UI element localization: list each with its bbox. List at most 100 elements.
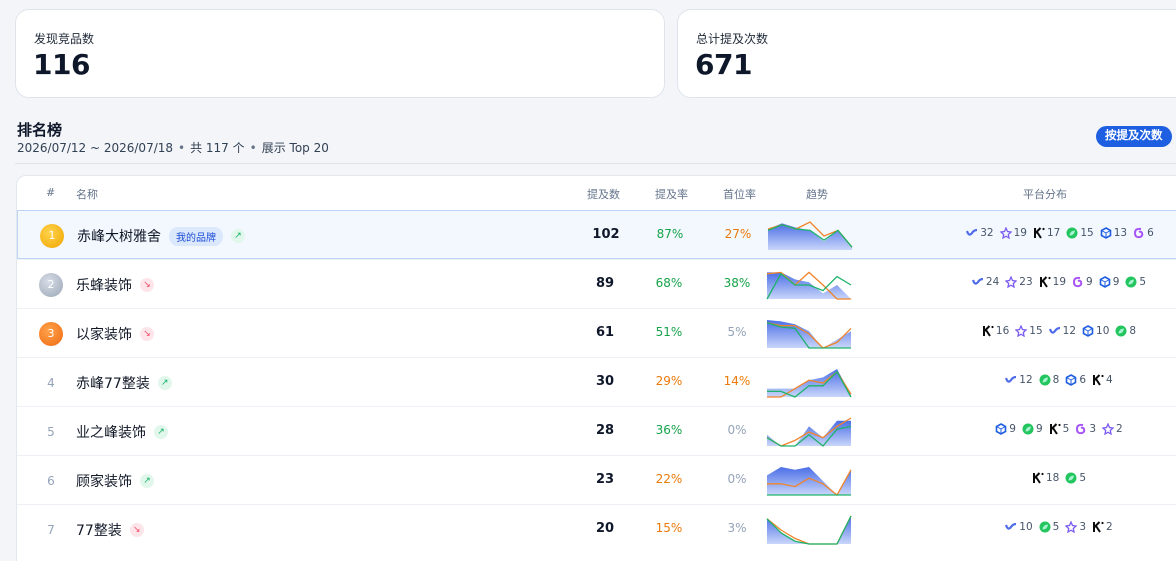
table-row[interactable]: 6 顾家装饰 ↗ 23 22% 0% 18 5	[17, 455, 1176, 504]
platform-item: 2	[1092, 521, 1113, 533]
k-platform-icon	[1092, 521, 1104, 533]
platform-count: 19	[1013, 227, 1027, 239]
competitor-name[interactable]: 乐蜂装饰 ↘	[76, 275, 154, 295]
table-row[interactable]: 5 业之峰装饰 ↗ 28 36% 0% 9 9 5 3 2	[17, 406, 1176, 455]
leaf-platform-icon	[1125, 276, 1137, 288]
platform-count: 15	[1080, 227, 1094, 239]
platform-count: 5	[1079, 472, 1087, 484]
rank-badge: 4	[47, 376, 55, 390]
first-rate: 5%	[727, 325, 747, 339]
competitor-name[interactable]: 77整装 ↘	[76, 520, 144, 540]
competitor-name[interactable]: 以家装饰 ↘	[76, 324, 154, 344]
platform-item: 6	[1065, 374, 1086, 386]
mentions-count: 20	[595, 521, 615, 536]
mention-rate: 22%	[655, 472, 683, 486]
trend-sparkline	[767, 221, 853, 250]
wave-platform-icon	[966, 227, 978, 239]
trend-sparkline	[766, 320, 852, 349]
star-platform-icon	[999, 226, 1013, 240]
k-platform-icon	[1039, 276, 1051, 288]
rank-badge: 2	[39, 273, 63, 297]
my-brand-badge: 我的品牌	[169, 226, 223, 246]
platform-count: 8	[1052, 374, 1060, 386]
platform-item: 9	[1072, 276, 1093, 288]
col-mentions[interactable]: 提及数	[587, 186, 620, 202]
first-rate: 27%	[724, 227, 752, 241]
col-first-rate[interactable]: 首位率	[723, 186, 756, 202]
leaf-platform-icon	[1115, 325, 1127, 337]
trend-sparkline	[766, 271, 852, 300]
sort-by-mentions-button[interactable]: 按提及次数	[1096, 126, 1172, 147]
col-platforms: 平台分布	[1023, 188, 1067, 201]
k-platform-icon	[1092, 374, 1104, 386]
first-rate: 38%	[723, 276, 751, 290]
stat-label: 发现竞品数	[34, 32, 95, 46]
trend-sparkline	[767, 369, 852, 398]
table-row[interactable]: 2 乐蜂装饰 ↘ 89 68% 38% 24 23 19 9 9 5	[17, 259, 1176, 308]
platform-count: 9	[1009, 423, 1016, 435]
competitor-name[interactable]: 顾家装饰 ↗	[76, 471, 154, 491]
platform-item: 12	[1005, 374, 1033, 386]
cube-platform-icon	[1099, 276, 1111, 288]
platform-count: 9	[1086, 276, 1093, 288]
platform-count: 19	[1052, 276, 1067, 288]
platform-count: 9	[1035, 423, 1043, 435]
platform-item: 15	[1066, 227, 1094, 239]
platform-distribution: 16 15 12 10 8	[877, 324, 1176, 338]
table-row[interactable]: 7 77整装 ↘ 20 15% 3% 10 5 3 2	[17, 504, 1176, 553]
col-trend: 趋势	[806, 188, 828, 201]
platform-item: 5	[1125, 276, 1146, 288]
competitor-name[interactable]: 赤峰77整装 ↗	[76, 373, 172, 393]
leaf-platform-icon	[1039, 374, 1051, 386]
sparkline-area	[767, 420, 851, 446]
swirl-platform-icon	[1075, 423, 1087, 435]
table-row[interactable]: 1 赤峰大树雅舍 我的品牌 ↗ 102 87% 27% 32 19 17 15 13 6	[17, 210, 1176, 259]
trend-up-icon: ↗	[231, 229, 245, 243]
platform-count: 13	[1113, 227, 1128, 239]
platform-item: 10	[1005, 521, 1033, 533]
platform-distribution: 32 19 17 15 13 6	[878, 226, 1176, 240]
mentions-count: 28	[595, 423, 615, 438]
competitor-name[interactable]: 赤峰大树雅舍 我的品牌 ↗	[77, 226, 245, 246]
platform-count: 10	[1019, 521, 1033, 533]
platform-distribution: 24 23 19 9 9 5	[877, 275, 1176, 289]
platform-item: 17	[1033, 227, 1060, 239]
platform-count: 3	[1079, 521, 1087, 533]
competitor-name[interactable]: 业之峰装饰 ↗	[76, 422, 168, 442]
leaf-platform-icon	[1066, 227, 1078, 239]
wave-platform-icon	[1005, 374, 1017, 386]
col-mention-rate[interactable]: 提及率	[655, 186, 688, 202]
platform-count: 16	[995, 325, 1010, 337]
col-rank: #	[46, 186, 56, 199]
mentions-count: 89	[595, 276, 615, 291]
trend-down-icon: ↘	[129, 523, 144, 537]
name-text: 赤峰77整装	[76, 376, 150, 392]
platform-count: 5	[1139, 276, 1147, 288]
platform-count: 2	[1106, 521, 1113, 533]
platform-item: 9	[1099, 276, 1119, 288]
col-name: 名称	[76, 188, 98, 201]
k-platform-icon	[982, 325, 994, 337]
star-platform-icon	[1064, 520, 1078, 534]
cube-platform-icon	[1082, 325, 1094, 337]
swirl-platform-icon	[1072, 276, 1084, 288]
cube-platform-icon	[1100, 227, 1112, 239]
platform-item: 8	[1039, 374, 1060, 386]
platform-distribution: 12 8 6 4	[877, 374, 1176, 386]
first-rate: 3%	[727, 521, 747, 535]
total-mentions-card: 总计提及次数 671	[677, 9, 1176, 98]
mention-rate: 29%	[655, 374, 683, 388]
platform-item: 24	[971, 276, 999, 288]
trend-sparkline	[766, 515, 852, 545]
platform-count: 32	[980, 227, 994, 239]
date-range: 2026/07/12 ~ 2026/07/18	[17, 141, 174, 155]
rank-badge: 5	[47, 425, 55, 439]
mention-rate: 15%	[655, 521, 683, 535]
stat-value: 116	[33, 48, 90, 81]
name-text: 以家装饰	[76, 327, 132, 343]
table-row[interactable]: 4 赤峰77整装 ↗ 30 29% 14% 12 8 6 4	[17, 357, 1176, 406]
first-rate: 14%	[723, 374, 751, 388]
star-platform-icon	[1014, 324, 1028, 338]
swirl-platform-icon	[1133, 227, 1145, 239]
table-row[interactable]: 3 以家装饰 ↘ 61 51% 5% 16 15 12 10 8	[17, 308, 1176, 357]
